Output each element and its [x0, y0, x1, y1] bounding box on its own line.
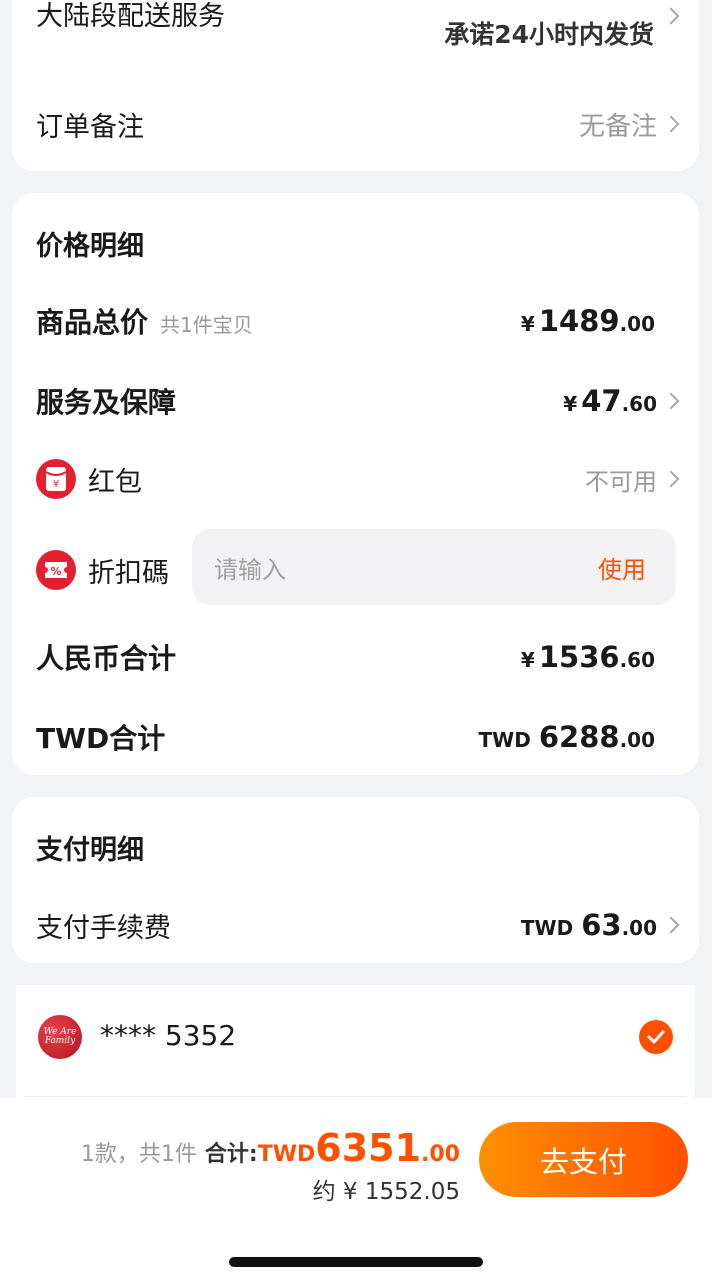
chevron-right-icon: [662, 392, 680, 410]
discount-code-icon: %: [36, 550, 76, 590]
total-label: 合计:: [204, 1142, 258, 1167]
red-envelope-icon: ¥: [45, 467, 67, 491]
payment-method-card[interactable]: We Are Family **** 5352: [16, 985, 695, 1115]
red-packet-icon: ¥: [36, 459, 76, 499]
twd-total-label: TWD合计: [36, 722, 166, 755]
redpack-value: 不可用: [585, 467, 657, 496]
service-row[interactable]: 服务及保障 ¥ 47 .60: [36, 381, 680, 421]
price-detail-title: 价格明细: [36, 230, 144, 262]
goods-total-row: 商品总价 共1件宝贝 ¥ 1489 .00: [36, 301, 677, 341]
payment-fee-price: TWD 63 .00: [520, 908, 657, 942]
redpack-label: 红包: [88, 466, 142, 498]
pay-button[interactable]: 去支付: [479, 1122, 688, 1197]
coupon-row: % 折扣碼: [36, 548, 196, 592]
total-amount: 6351: [315, 1126, 422, 1170]
chevron-right-icon: [662, 470, 680, 488]
item-count-summary: 1款，共1件: [80, 1142, 197, 1167]
summary-line: 1款，共1件 合计: TWD 6351 .00: [81, 1126, 460, 1170]
redpack-row[interactable]: ¥ 红包 不可用: [36, 457, 680, 501]
coupon-code-input[interactable]: 请输入: [214, 550, 286, 585]
shipping-service-label: 大陆段配送服务: [36, 1, 225, 32]
selected-check-icon[interactable]: [639, 1020, 673, 1054]
payment-detail-card: 支付明细 支付手续费 TWD 63 .00: [12, 797, 699, 963]
coupon-apply-button[interactable]: 使用: [598, 550, 646, 585]
card-logo: We Are Family: [38, 1015, 82, 1059]
approx-rmb: 约 ¥ 1552.05: [312, 1179, 460, 1205]
price-detail-card: 价格明细 商品总价 共1件宝贝 ¥ 1489 .00 服务及保障 ¥ 47 .6…: [12, 193, 699, 775]
order-remark-label: 订单备注: [36, 111, 144, 143]
order-remark-row[interactable]: 订单备注 无备注: [36, 102, 680, 146]
total-decimal: .00: [421, 1142, 460, 1167]
goods-count-text: 共1件宝贝: [160, 313, 253, 337]
svg-text:%: %: [50, 565, 61, 578]
payment-fee-label: 支付手续费: [36, 912, 171, 944]
rmb-total-row: 人民币合计 ¥ 1536 .60: [36, 637, 677, 677]
chevron-right-icon: [662, 7, 680, 25]
svg-text:¥: ¥: [53, 479, 59, 490]
chevron-right-icon: [662, 916, 680, 934]
home-indicator[interactable]: [229, 1257, 483, 1267]
coupon-input-box: 请输入 使用: [192, 529, 676, 605]
coupon-ticket-icon: %: [45, 562, 67, 578]
bottom-bar: 1款，共1件 合计: TWD 6351 .00 约 ¥ 1552.05 去支付: [0, 1098, 712, 1280]
goods-total-price: ¥ 1489 .00: [520, 304, 655, 338]
rmb-total-price: ¥ 1536 .60: [520, 640, 655, 674]
order-remark-value: 无备注: [578, 111, 657, 142]
service-label: 服务及保障: [36, 386, 177, 419]
chevron-right-icon: [662, 115, 680, 133]
twd-total-row: TWD合计 TWD 6288 .00: [36, 717, 677, 757]
payment-fee-row[interactable]: 支付手续费 TWD 63 .00: [36, 903, 680, 947]
twd-total-price: TWD 6288 .00: [478, 720, 655, 754]
total-currency: TWD: [257, 1142, 316, 1167]
coupon-label: 折扣碼: [88, 557, 169, 589]
card-number: **** 5352: [100, 1019, 237, 1052]
divider: [24, 1096, 687, 1097]
delivery-card: 大陆段配送服务 承诺24小时内发货 订单备注 无备注: [12, 0, 699, 171]
payment-detail-header: 支付明细: [36, 827, 677, 867]
payment-detail-title: 支付明细: [36, 834, 144, 866]
rmb-total-label: 人民币合计: [36, 642, 177, 675]
service-price: ¥ 47 .60: [563, 384, 657, 418]
goods-total-label: 商品总价: [36, 306, 149, 339]
shipping-service-value: 承诺24小时内发货: [444, 20, 654, 49]
price-detail-header: 价格明细: [36, 223, 677, 263]
